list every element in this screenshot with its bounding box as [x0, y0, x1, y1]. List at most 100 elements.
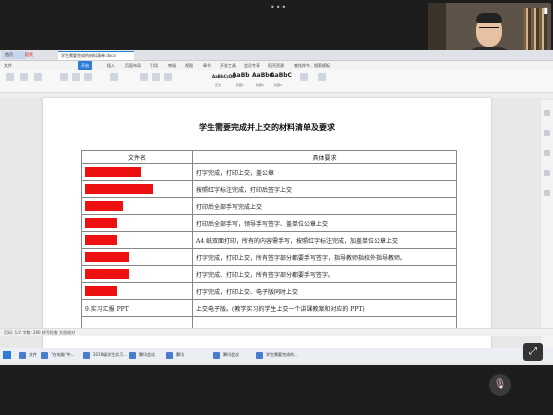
- file-name-cell[interactable]: 5. 实习总结: [81, 231, 193, 249]
- table-row: 6. 教师指导记录 打字完成，打印上交，所有签字部分都要手写签字，指导教师指校外指…: [81, 248, 457, 266]
- select-icon[interactable]: [544, 110, 550, 116]
- redacted-file-name: 1. 大学生实习协议书: [85, 167, 141, 177]
- more-icon[interactable]: •••: [270, 3, 287, 12]
- signal-icon: ▮: [543, 6, 548, 15]
- align-left-icon[interactable]: [140, 73, 148, 81]
- redacted-file-name: 6. 教师指导记录: [85, 252, 129, 262]
- redacted-file-name: 3. 实习鉴定表: [85, 201, 123, 211]
- speaker-hair: [476, 13, 502, 23]
- table-row: 5. 实习总结 A4 纸双面打印，所有的内容需手写，按照红字标注完成，加盖单位公章…: [81, 231, 457, 249]
- wps-menu-bar: 文件 开始 插入 页面布局 引用 审阅 视图 章节 开发工具 会员专享 稻壳资源…: [0, 61, 553, 70]
- file-name-cell[interactable]: 1. 大学生实习协议书: [81, 163, 193, 181]
- style-heading3[interactable]: AaBbC: [270, 72, 292, 79]
- style-heading3-label: 标题3: [274, 83, 282, 87]
- shared-screen: 首页 稻壳 学生需要完成的材料清单.docx 文件 开始 插入 页面布局 引用 …: [0, 50, 553, 365]
- properties-icon[interactable]: [544, 170, 550, 176]
- paste-icon[interactable]: [6, 73, 14, 81]
- file-name-cell[interactable]: 4. 实习周记: [81, 214, 193, 232]
- redacted-file-name: 8. 实习报告: [85, 286, 117, 296]
- menu-start[interactable]: 开始: [78, 61, 92, 70]
- align-center-icon[interactable]: [152, 73, 160, 81]
- meeting-bottom-bar: [0, 365, 553, 415]
- wps-tab-bar: 首页 稻壳 学生需要完成的材料清单.docx: [0, 50, 553, 61]
- glasses: [479, 27, 499, 33]
- file-name-cell[interactable]: 8. 实习报告: [81, 282, 193, 300]
- expand-icon[interactable]: ⤢: [523, 343, 543, 361]
- document-title: 学生需要完成并上交的材料清单及要求: [199, 122, 335, 132]
- file-name-cell[interactable]: 6. 教师指导记录: [81, 248, 193, 266]
- bold-icon[interactable]: [60, 73, 68, 81]
- materials-table: 文件名 具体要求 1. 大学生实习协议书 打字完成，打印上交，盖公章 2. 大学生实…: [81, 150, 457, 334]
- menu-view[interactable]: 视图: [185, 61, 193, 70]
- cut-icon[interactable]: [20, 73, 28, 81]
- taskbar-item-files[interactable]: 文件: [18, 350, 37, 360]
- table-row: 3. 实习鉴定表 打印后全部手写完成上交: [81, 197, 457, 215]
- table-row: 9.实习汇报 PPT 上交电子版。(教学实习的学生上交一个讲课教案和对应的 PPT…: [81, 299, 457, 317]
- redacted-file-name: 7. 学生实习日志: [85, 269, 129, 279]
- redacted-file-name: 4. 实习周记: [85, 218, 117, 228]
- table-row: 7. 学生实习日志 打字完成、打印上交，所有签字部分都要手写签字。: [81, 265, 457, 283]
- microphone-icon[interactable]: 🎙: [489, 374, 511, 396]
- select-icon[interactable]: [318, 73, 326, 81]
- redacted-file-name: 5. 实习总结: [85, 235, 117, 245]
- taskbar-item-internship[interactable]: 2019级学生实习...: [82, 350, 127, 360]
- line-spacing-icon[interactable]: [164, 73, 172, 81]
- find-replace-icon[interactable]: [300, 73, 308, 81]
- font-color-icon[interactable]: [110, 73, 118, 81]
- menu-section[interactable]: 章节: [203, 61, 211, 70]
- table-row: 8. 实习报告 打字完成，打印上交、电子版同时上交: [81, 282, 457, 300]
- format-painter-icon[interactable]: [34, 73, 42, 81]
- command-search[interactable]: 查找命令、搜索模板: [294, 61, 330, 70]
- taskbar-item-meeting[interactable]: 腾讯会议: [128, 350, 155, 360]
- redacted-file-name: 2. 大学生实习单位接收函: [85, 184, 153, 194]
- menu-docer[interactable]: 稻壳资源: [268, 61, 284, 70]
- right-side-panel: [541, 100, 553, 350]
- header-requirements: 具体要求: [192, 150, 457, 164]
- menu-review[interactable]: 审阅: [168, 61, 176, 70]
- tab-docer[interactable]: 稻壳: [22, 51, 53, 59]
- requirement-cell[interactable]: 打字完成、打印上交，所有签字部分都要手写签字。: [192, 265, 457, 283]
- taskbar-item-tencent[interactable]: 腾讯: [165, 350, 184, 360]
- menu-developer[interactable]: 开发工具: [220, 61, 236, 70]
- taskbar-item-meeting2[interactable]: 腾讯会议: [212, 350, 239, 360]
- file-name-cell[interactable]: 2. 大学生实习单位接收函: [81, 180, 193, 198]
- menu-reference[interactable]: 引用: [150, 61, 158, 70]
- menu-file[interactable]: 文件: [4, 61, 12, 70]
- ribbon-toolbar: AaBbCcDd AaBb AaBbC AaBbC 正文 标题1 标题2 标题3: [0, 70, 553, 93]
- table-header-row: 文件名 具体要求: [81, 150, 457, 164]
- requirement-cell[interactable]: 打印后全部手写完成上交: [192, 197, 457, 215]
- requirement-cell[interactable]: 打字完成，打印上交，所有签字部分都要手写签字，指导教师指校外指导教师。: [192, 248, 457, 266]
- document-page[interactable]: 学生需要完成并上交的材料清单及要求 文件名 具体要求 1. 大学生实习协议书打字…: [43, 98, 491, 358]
- style-heading1[interactable]: AaBb: [232, 72, 250, 79]
- style-icon[interactable]: [544, 130, 550, 136]
- table-row: 4. 实习周记 打印后全部手写，领导手写签字、盖单位公章上交: [81, 214, 457, 232]
- requirement-cell[interactable]: 打印后全部手写，领导手写签字、盖单位公章上交: [192, 214, 457, 232]
- menu-insert[interactable]: 插入: [107, 61, 115, 70]
- tab-document[interactable]: 学生需要完成的材料清单.docx: [58, 51, 134, 60]
- windows-start-icon[interactable]: [3, 351, 11, 359]
- requirement-cell[interactable]: 打字完成，打印上交、电子版同时上交: [192, 282, 457, 300]
- file-name-cell[interactable]: 7. 学生实习日志: [81, 265, 193, 283]
- italic-icon[interactable]: [72, 73, 80, 81]
- file-name-cell[interactable]: 3. 实习鉴定表: [81, 197, 193, 215]
- style-normal-label: 正文: [215, 83, 222, 87]
- requirement-cell[interactable]: 打字完成，打印上交，盖公章: [192, 163, 457, 181]
- shape-icon[interactable]: [544, 150, 550, 156]
- file-name: 9.实习汇报 PPT: [85, 305, 129, 313]
- share-icon[interactable]: [544, 190, 550, 196]
- taskbar-item-computer[interactable]: "在电脑"中...: [40, 350, 75, 360]
- table-row: 2. 大学生实习单位接收函 按照红字标注完成，打印后签字上交: [81, 180, 457, 198]
- requirement-cell[interactable]: 按照红字标注完成，打印后签字上交: [192, 180, 457, 198]
- menu-layout[interactable]: 页面布局: [125, 61, 141, 70]
- requirement-cell[interactable]: 上交电子版。(教学实习的学生上交一个讲课教案和对应的 PPT): [192, 299, 457, 317]
- underline-icon[interactable]: [84, 73, 92, 81]
- file-name-cell[interactable]: 9.实习汇报 PPT: [81, 299, 193, 317]
- status-text: 页码: 1/2 字数: 280 拼写检查 文档校对: [4, 330, 76, 335]
- requirement-cell[interactable]: A4 纸双面打印，所有的内容需手写，按照红字标注完成，加盖单位公章上交: [192, 231, 457, 249]
- taskbar-item-document[interactable]: 学生需要完成的...: [255, 350, 298, 360]
- windows-taskbar: 文件 "在电脑"中... 2019级学生实习... 腾讯会议 腾讯 腾讯会议 学…: [0, 348, 553, 362]
- header-file-name: 文件名: [81, 150, 193, 164]
- menu-member[interactable]: 会员专享: [244, 61, 260, 70]
- status-bar: 页码: 1/2 字数: 280 拼写检查 文档校对: [0, 328, 553, 336]
- style-heading1-label: 标题1: [236, 83, 244, 87]
